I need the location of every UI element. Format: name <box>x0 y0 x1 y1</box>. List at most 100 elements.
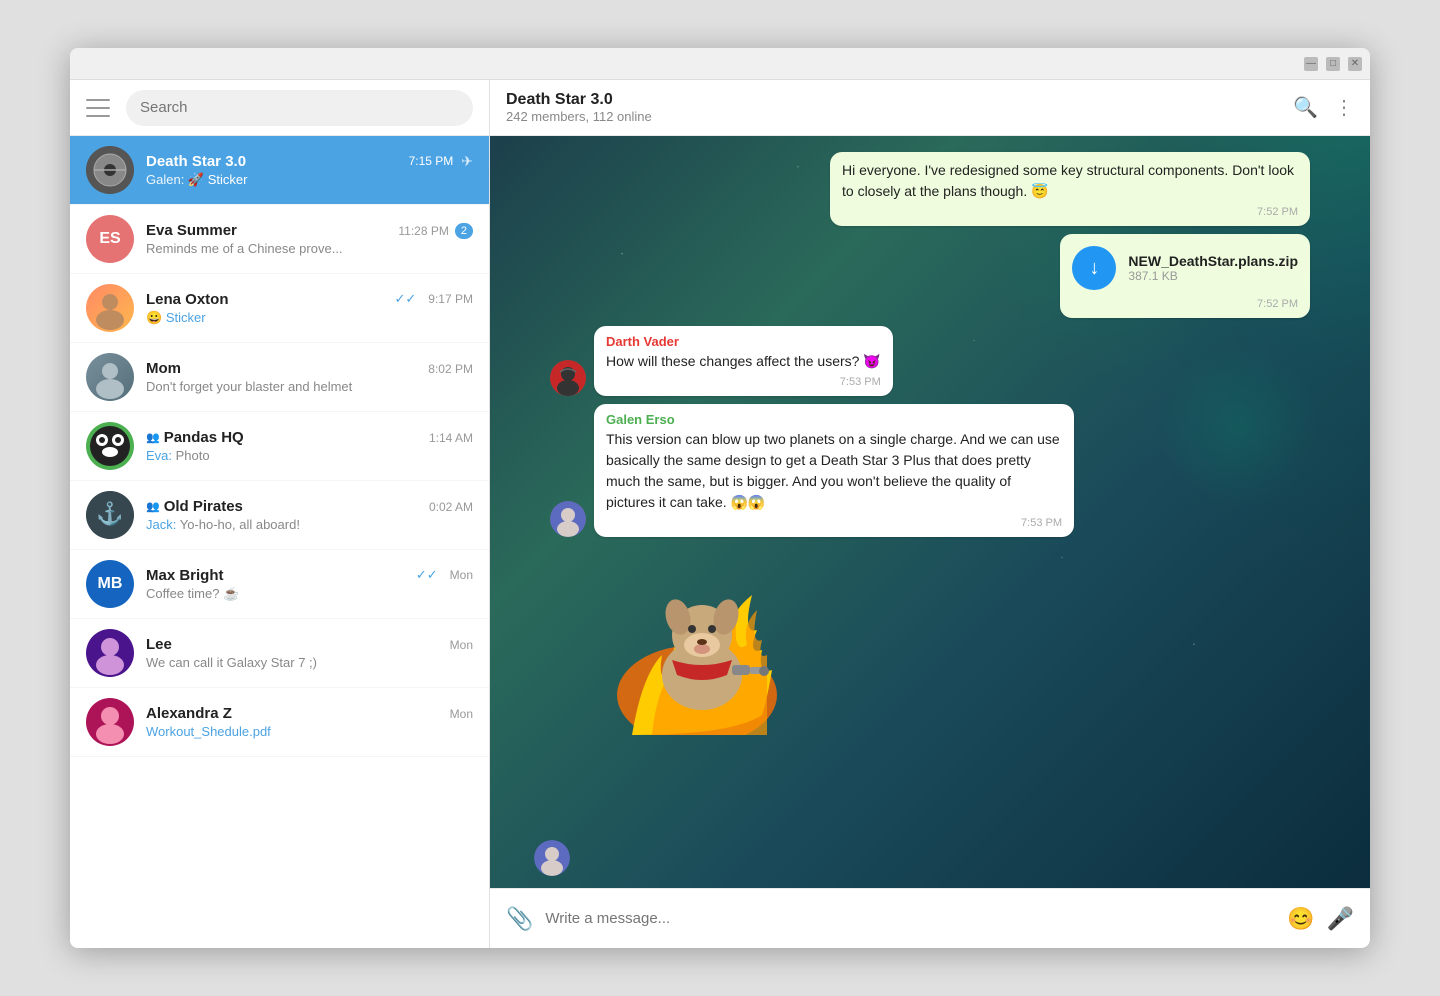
chat-preview-mom: Don't forget your blaster and helmet <box>146 379 473 394</box>
avatar-death-star <box>86 146 134 194</box>
app-window: — □ ✕ <box>70 48 1370 948</box>
avatar-lee <box>86 629 134 677</box>
sticker-message <box>602 545 792 740</box>
chat-info-alexandra-z: Alexandra Z Mon Workout_Shedule.pdf <box>146 705 473 739</box>
chat-header-info: Death Star 3.0 242 members, 112 online <box>506 91 1293 124</box>
chat-preview-lena-oxton: 😀 Sticker <box>146 310 473 326</box>
chat-list: Death Star 3.0 7:15 PM ✈ Galen: 🚀 Sticke… <box>70 136 489 948</box>
chat-name-old-pirates: Old Pirates <box>164 498 243 515</box>
file-download-icon[interactable]: ↓ <box>1072 246 1116 290</box>
chat-info-old-pirates: 👥 Old Pirates 0:02 AM Jack: Yo-ho-ho, al… <box>146 498 473 532</box>
maximize-btn[interactable]: □ <box>1326 57 1340 71</box>
microphone-icon[interactable]: 🎤 <box>1327 906 1354 932</box>
msg-text-4: This version can blow up two planets on … <box>606 429 1062 513</box>
chat-item-lena-oxton[interactable]: Lena Oxton ✓✓ 9:17 PM 😀 Sticker <box>70 274 489 343</box>
svg-text:⚓: ⚓ <box>96 501 123 526</box>
chat-preview-pandas-hq: Eva: Photo <box>146 448 473 463</box>
more-options-icon[interactable]: ⋮ <box>1334 95 1354 120</box>
avatar-mom <box>86 353 134 401</box>
chat-name-max-bright: Max Bright <box>146 567 224 584</box>
badge-eva-summer: 2 <box>455 223 473 239</box>
chat-name-death-star: Death Star 3.0 <box>146 153 246 170</box>
chat-item-mom[interactable]: Mom 8:02 PM Don't forget your blaster an… <box>70 343 489 412</box>
group-icon-pandas: 👥 <box>146 431 160 444</box>
chat-header-title: Death Star 3.0 <box>506 91 1293 109</box>
msg-sender-darth-vader: Darth Vader <box>606 334 881 349</box>
chat-item-eva-summer[interactable]: ES Eva Summer 11:28 PM 2 Reminds me of a… <box>70 205 489 274</box>
chat-item-death-star[interactable]: Death Star 3.0 7:15 PM ✈ Galen: 🚀 Sticke… <box>70 136 489 205</box>
message-group-2: ↓ NEW_DeathStar.plans.zip 387.1 KB 7:52 … <box>550 234 1310 318</box>
msg-time-4: 7:53 PM <box>606 517 1062 529</box>
chat-header-subtitle: 242 members, 112 online <box>506 109 1293 124</box>
typing-avatar-indicator <box>534 840 570 876</box>
chat-item-old-pirates[interactable]: ⚓ 👥 Old Pirates 0:02 AM Jack: Yo-ho-ho, … <box>70 481 489 550</box>
chat-header-actions: 🔍 ⋮ <box>1293 95 1354 120</box>
msg-time-3: 7:53 PM <box>606 376 881 388</box>
message-input[interactable] <box>545 910 1287 927</box>
msg-sender-galen-erso: Galen Erso <box>606 412 1062 427</box>
file-message: ↓ NEW_DeathStar.plans.zip 387.1 KB <box>1072 242 1298 294</box>
chat-area: Death Star 3.0 242 members, 112 online 🔍… <box>490 80 1370 948</box>
avatar-lena-oxton <box>86 284 134 332</box>
message-group-sticker <box>550 545 1310 740</box>
dog-sticker-svg <box>602 545 792 735</box>
search-chat-icon[interactable]: 🔍 <box>1293 95 1318 120</box>
close-btn[interactable]: ✕ <box>1348 57 1362 71</box>
emoji-icon[interactable]: 😊 <box>1287 906 1314 932</box>
chat-preview-alexandra-z: Workout_Shedule.pdf <box>146 724 473 739</box>
chat-preview-lee: We can call it Galaxy Star 7 ;) <box>146 655 473 670</box>
chat-item-alexandra-z[interactable]: Alexandra Z Mon Workout_Shedule.pdf <box>70 688 489 757</box>
pin-icon: ✈ <box>461 153 473 170</box>
chat-name-pandas-hq: Pandas HQ <box>164 429 244 446</box>
avatar-pandas-hq <box>86 422 134 470</box>
minimize-btn[interactable]: — <box>1304 57 1318 71</box>
chat-input-area: 📎 😊 🎤 <box>490 888 1370 948</box>
chat-name-eva-summer: Eva Summer <box>146 222 237 239</box>
avatar-eva-summer: ES <box>86 215 134 263</box>
msg-avatar-galen-erso <box>550 501 586 537</box>
message-bubble-1: Hi everyone. I've redesigned some key st… <box>830 152 1310 226</box>
chat-time-lena-oxton: 9:17 PM <box>428 292 473 306</box>
chat-preview-death-star: Galen: 🚀 Sticker <box>146 172 473 188</box>
chat-time-lee: Mon <box>450 638 473 652</box>
menu-icon[interactable] <box>86 99 110 117</box>
message-bubble-2: ↓ NEW_DeathStar.plans.zip 387.1 KB 7:52 … <box>1060 234 1310 318</box>
chat-time-alexandra-z: Mon <box>450 707 473 721</box>
group-icon-pirates: 👥 <box>146 500 160 513</box>
message-group-4: Galen Erso This version can blow up two … <box>550 404 1310 537</box>
chat-info-lee: Lee Mon We can call it Galaxy Star 7 ;) <box>146 636 473 670</box>
chat-item-max-bright[interactable]: MB Max Bright ✓✓ Mon Coffee time? ☕ <box>70 550 489 619</box>
chat-header: Death Star 3.0 242 members, 112 online 🔍… <box>490 80 1370 136</box>
chat-item-pandas-hq[interactable]: 👥 Pandas HQ 1:14 AM Eva: Photo <box>70 412 489 481</box>
chat-name-lee: Lee <box>146 636 172 653</box>
msg-time-2: 7:52 PM <box>1072 298 1298 310</box>
chat-name-lena-oxton: Lena Oxton <box>146 291 229 308</box>
msg-text-1: Hi everyone. I've redesigned some key st… <box>842 160 1298 202</box>
sidebar-header <box>70 80 489 136</box>
chat-item-lee[interactable]: Lee Mon We can call it Galaxy Star 7 ;) <box>70 619 489 688</box>
file-name: NEW_DeathStar.plans.zip <box>1128 253 1298 269</box>
double-check-max: ✓✓ <box>416 567 438 583</box>
chat-time-old-pirates: 0:02 AM <box>429 500 473 514</box>
chat-info-eva-summer: Eva Summer 11:28 PM 2 Reminds me of a Ch… <box>146 222 473 256</box>
avatar-max-bright: MB <box>86 560 134 608</box>
messages-area: Hi everyone. I've redesigned some key st… <box>490 136 1370 888</box>
search-input[interactable] <box>140 99 459 116</box>
chat-preview-max-bright: Coffee time? ☕ <box>146 586 473 602</box>
chat-time-death-star: 7:15 PM <box>409 154 454 168</box>
chat-name-alexandra-z: Alexandra Z <box>146 705 232 722</box>
main-content: Death Star 3.0 7:15 PM ✈ Galen: 🚀 Sticke… <box>70 80 1370 948</box>
attach-icon[interactable]: 📎 <box>506 906 533 932</box>
file-link: Workout_Shedule.pdf <box>146 724 271 739</box>
chat-info-lena-oxton: Lena Oxton ✓✓ 9:17 PM 😀 Sticker <box>146 291 473 326</box>
chat-info-pandas-hq: 👥 Pandas HQ 1:14 AM Eva: Photo <box>146 429 473 463</box>
chat-preview-old-pirates: Jack: Yo-ho-ho, all aboard! <box>146 517 473 532</box>
message-group-3: Darth Vader How will these changes affec… <box>550 326 1310 396</box>
file-info: NEW_DeathStar.plans.zip 387.1 KB <box>1128 253 1298 283</box>
search-box[interactable] <box>126 90 473 126</box>
msg-time-1: 7:52 PM <box>842 206 1298 218</box>
input-actions: 😊 🎤 <box>1287 906 1354 932</box>
sidebar: Death Star 3.0 7:15 PM ✈ Galen: 🚀 Sticke… <box>70 80 490 948</box>
chat-time-pandas-hq: 1:14 AM <box>429 431 473 445</box>
title-bar: — □ ✕ <box>70 48 1370 80</box>
